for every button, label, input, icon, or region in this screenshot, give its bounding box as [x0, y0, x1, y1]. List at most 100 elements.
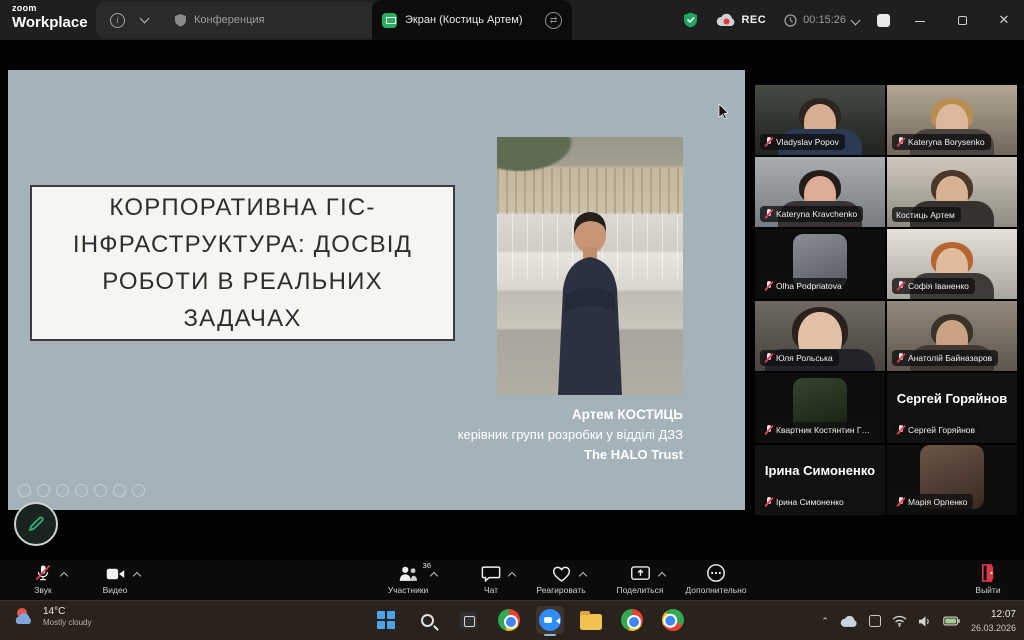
- meeting-shield-icon: [174, 13, 187, 27]
- info-icon[interactable]: i: [110, 13, 125, 28]
- deck-control-icon[interactable]: [37, 484, 50, 497]
- screen-share-icon: [382, 13, 397, 28]
- participant-tile[interactable]: Kateryna Kravchenko: [755, 157, 885, 227]
- participant-tile[interactable]: Марія Орленко: [887, 445, 1017, 515]
- tab-meeting[interactable]: Конференция: [174, 13, 264, 27]
- participants-options-chevron[interactable]: [430, 572, 438, 580]
- wifi-icon[interactable]: [892, 615, 907, 627]
- toolbar-participants-button[interactable]: 36 Участники: [365, 563, 451, 595]
- toolbar-leave-button[interactable]: Выйти: [945, 563, 1024, 595]
- video-options-chevron[interactable]: [132, 572, 140, 580]
- participant-name-label: Костиць Артем: [892, 207, 961, 222]
- zoom-app-icon[interactable]: [536, 606, 564, 634]
- toolbar-reactions-label: Реагировать: [536, 585, 585, 595]
- participant-tile[interactable]: Olha Podpriatova: [755, 229, 885, 299]
- windows-taskbar: 14°C Mostly cloudy ⌃: [0, 600, 1024, 640]
- meeting-tab-label: Конференция: [194, 14, 264, 26]
- share-options-chevron[interactable]: [657, 572, 665, 580]
- minimize-button[interactable]: [908, 13, 932, 28]
- participant-name-label: Софія Іваненко: [892, 278, 975, 294]
- more-ellipsis-icon: [706, 563, 726, 583]
- toolbar-reactions-button[interactable]: Реагировать: [518, 563, 604, 595]
- weather-widget[interactable]: 14°C Mostly cloudy: [12, 605, 91, 629]
- mic-muted-icon: [896, 497, 905, 508]
- participant-tile[interactable]: Квартник Костянтин ГЕ…: [755, 373, 885, 443]
- toolbar-chat-label: Чат: [484, 585, 498, 595]
- participant-name: Юля Рольська: [776, 353, 833, 363]
- chat-options-chevron[interactable]: [508, 572, 516, 580]
- toolbar-more-button[interactable]: Дополнительно: [673, 563, 759, 595]
- browser-icon[interactable]: [495, 606, 523, 634]
- deck-control-icon[interactable]: [75, 484, 88, 497]
- battery-icon[interactable]: [943, 616, 960, 626]
- start-button[interactable]: [372, 606, 400, 634]
- participant-tile[interactable]: Vladyslav Popov: [755, 85, 885, 155]
- toolbar-video-label: Видео: [103, 585, 128, 595]
- annotate-button[interactable]: [14, 502, 58, 546]
- mic-muted-icon: [896, 137, 905, 148]
- chrome-profile-icon[interactable]: [659, 606, 687, 634]
- task-view-button[interactable]: [454, 606, 482, 634]
- clock-icon: [784, 14, 797, 27]
- tray-expand-chevron[interactable]: ⌃: [821, 616, 829, 627]
- participant-name-label: Юля Рольська: [760, 350, 839, 366]
- toolbar-video-button[interactable]: Видео: [72, 563, 158, 595]
- participant-name-label: Марія Орленко: [892, 494, 973, 510]
- speaker-silhouette: [530, 195, 650, 395]
- timer-chevron-icon: [851, 15, 861, 25]
- share-screen-icon: [630, 564, 651, 583]
- recording-cloud-icon: [716, 13, 736, 27]
- swap-tab-icon[interactable]: ⇄: [545, 12, 562, 29]
- deck-control-icon[interactable]: [94, 484, 107, 497]
- logo-workplace-text: Workplace: [12, 15, 88, 30]
- rec-label: REC: [741, 14, 766, 26]
- tray-language-icon[interactable]: [869, 615, 881, 627]
- deck-control-icon[interactable]: [18, 484, 31, 497]
- mic-muted-icon: [33, 563, 53, 583]
- deck-control-icon[interactable]: [56, 484, 69, 497]
- participant-name: Olha Podpriatova: [776, 281, 842, 291]
- window-titlebar: zoom Workplace i Конференция Экран (Кост…: [0, 0, 1024, 40]
- recording-indicator[interactable]: REC: [716, 13, 766, 27]
- weather-description: Mostly cloudy: [43, 618, 91, 628]
- participant-tile[interactable]: Юля Рольська: [755, 301, 885, 371]
- slide-title: КОРПОРАТИВНА ГІС-ІНФРАСТРУКТУРА: ДОСВІД …: [40, 189, 445, 337]
- logo-zoom-text: zoom: [12, 4, 88, 13]
- reactions-options-chevron[interactable]: [578, 572, 586, 580]
- participant-name: Сергей Горяйнов: [908, 425, 975, 435]
- toolbar-share-button[interactable]: Поделиться: [597, 563, 683, 595]
- participant-tile[interactable]: Анатолій Байназаров: [887, 301, 1017, 371]
- chevron-down-icon[interactable]: [140, 14, 150, 24]
- participant-name: Ірина Симоненко: [776, 497, 844, 507]
- view-layout-icon[interactable]: [877, 14, 890, 27]
- toolbar-audio-label: Звук: [34, 585, 51, 595]
- taskbar-clock[interactable]: 12:07 26.03.2026: [971, 608, 1016, 634]
- file-explorer-icon[interactable]: [577, 606, 605, 634]
- deck-control-icon[interactable]: [113, 484, 126, 497]
- participant-tile-active-speaker[interactable]: Костиць Артем: [887, 157, 1017, 227]
- deck-control-icon[interactable]: [132, 484, 145, 497]
- participant-name: Софія Іваненко: [908, 281, 969, 291]
- search-button[interactable]: [413, 606, 441, 634]
- meeting-timer[interactable]: 00:15:26: [784, 14, 859, 27]
- participant-tile[interactable]: Ірина Симоненко Ірина Симоненко: [755, 445, 885, 515]
- close-button[interactable]: ✕: [992, 12, 1016, 28]
- participant-tile[interactable]: Kateryna Borysenko: [887, 85, 1017, 155]
- speaker-role: керівник групи розробки у відділі ДЗЗ: [458, 425, 683, 445]
- presentation-controls[interactable]: [18, 484, 145, 497]
- participant-name-label: Vladyslav Popov: [760, 134, 845, 150]
- participant-name-label: Kateryna Borysenko: [892, 134, 991, 150]
- onedrive-icon[interactable]: [840, 615, 858, 628]
- meeting-toolbar: Звук Видео 36: [0, 560, 1024, 600]
- participant-tile[interactable]: Сергей Горяйнов Сергей Горяйнов: [887, 373, 1017, 443]
- speaker-caption: Артем КОСТИЦЬ керівник групи розробки у …: [458, 405, 683, 464]
- tab-shared-screen[interactable]: Экран (Костиць Артем) ⇄: [372, 0, 572, 40]
- participants-icon: [397, 564, 419, 583]
- audio-options-chevron[interactable]: [60, 572, 68, 580]
- volume-icon[interactable]: [918, 615, 932, 628]
- maximize-button[interactable]: [950, 13, 974, 28]
- zoom-workplace-logo: zoom Workplace: [12, 4, 88, 30]
- chrome-icon[interactable]: [618, 606, 646, 634]
- participant-tile[interactable]: Софія Іваненко: [887, 229, 1017, 299]
- tab-strip: i Конференция: [96, 2, 372, 38]
